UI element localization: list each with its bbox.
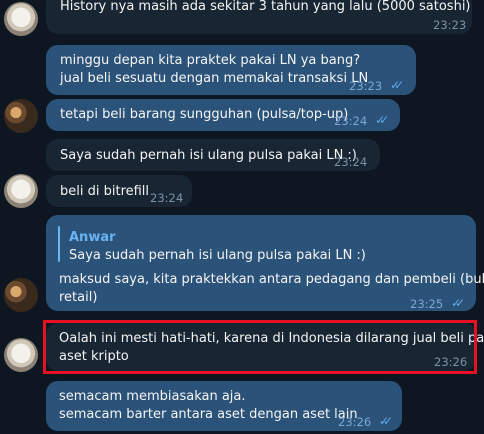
message-bubble[interactable]: Saya sudah pernah isi ulang pulsa pakai … xyxy=(46,139,380,171)
message-text: tetapi beli barang sungguhan (pulsa/top-… xyxy=(60,107,349,122)
message-text: Saya sudah pernah isi ulang pulsa pakai … xyxy=(60,148,357,163)
read-checkmark-icon: ✓✓ xyxy=(379,414,393,428)
message-bubble[interactable]: beli di bitrefill 23:24 xyxy=(46,175,192,207)
reply-quote-text[interactable]: Saya sudah pernah isi ulang pulsa pakai … xyxy=(69,247,366,265)
reply-quote-bar xyxy=(58,226,60,262)
message-text: jual beli sesuatu dengan memakai transak… xyxy=(60,71,369,86)
avatar[interactable] xyxy=(4,2,38,36)
avatar[interactable] xyxy=(4,174,38,208)
message-text: semacam barter antara aset dengan aset l… xyxy=(59,407,358,422)
message-text: minggu depan kita praktek pakai LN ya ba… xyxy=(60,53,361,68)
message-bubble[interactable]: History nya masih ada sekitar 3 tahun ya… xyxy=(46,0,472,34)
message-text: History nya masih ada sekitar 3 tahun ya… xyxy=(60,0,471,14)
read-checkmark-icon: ✓✓ xyxy=(451,296,465,310)
message-text: retail) xyxy=(59,290,98,305)
avatar[interactable] xyxy=(4,99,38,133)
read-checkmark-icon: ✓✓ xyxy=(390,78,404,92)
message-bubble[interactable]: Anwar Saya sudah pernah isi ulang pulsa … xyxy=(46,215,484,311)
message-text: beli di bitrefill xyxy=(60,184,150,199)
message-time: 23:24 xyxy=(334,114,368,128)
message-time: 23:24 xyxy=(334,155,368,169)
message-text: semacam membiasakan aja. xyxy=(59,389,246,404)
avatar[interactable] xyxy=(4,278,38,312)
read-checkmark-icon: ✓✓ xyxy=(375,113,389,127)
message-time: 23:26 xyxy=(338,415,372,429)
highlight-box xyxy=(43,320,477,374)
message-time: 23:23 xyxy=(349,79,383,93)
message-time: 23:23 xyxy=(433,18,467,32)
message-bubble[interactable]: minggu depan kita praktek pakai LN ya ba… xyxy=(46,45,416,95)
message-bubble[interactable]: semacam membiasakan aja. semacam barter … xyxy=(46,381,402,431)
message-time: 23:25 xyxy=(410,297,444,311)
message-bubble[interactable]: tetapi beli barang sungguhan (pulsa/top-… xyxy=(46,99,400,131)
avatar[interactable] xyxy=(4,338,38,372)
message-text: maksud saya, kita praktekkan antara peda… xyxy=(59,272,484,287)
reply-quote-author[interactable]: Anwar xyxy=(69,229,116,247)
message-time: 23:24 xyxy=(150,191,184,205)
